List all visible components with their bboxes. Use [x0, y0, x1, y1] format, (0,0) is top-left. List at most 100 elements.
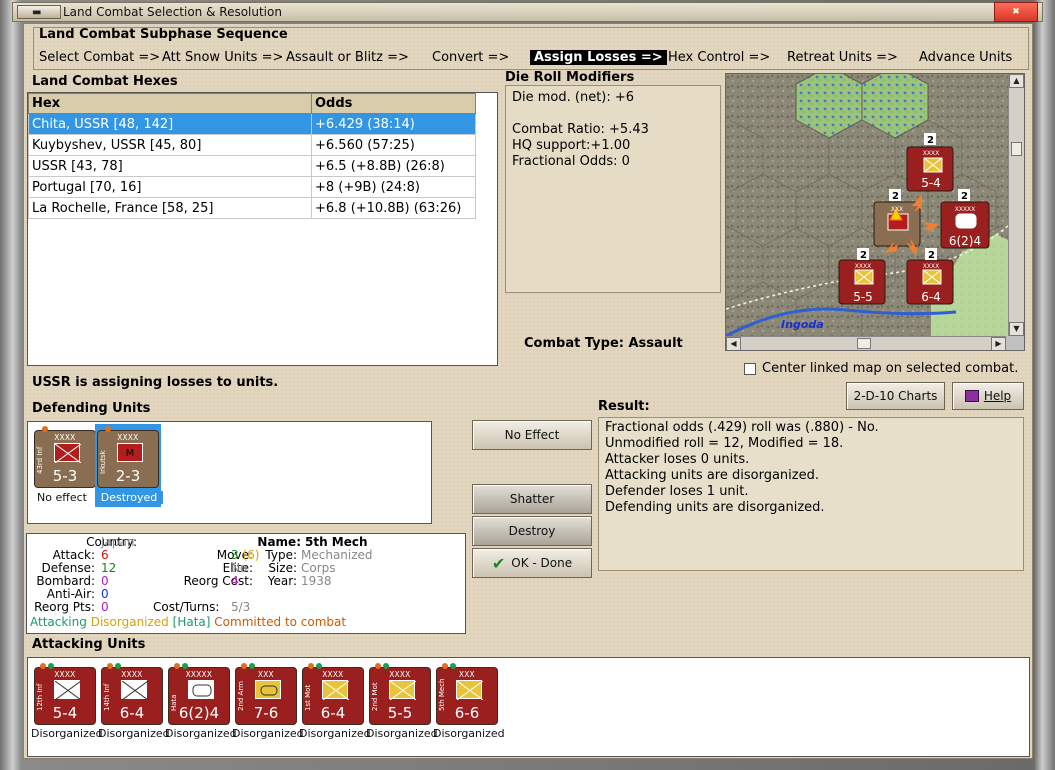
map-horizontal-scrollbar[interactable]: ◀ ▶: [726, 336, 1006, 350]
map-unit-43rd-inf[interactable]: XXX: [873, 201, 921, 247]
attacking-unit-status: Disorganized: [232, 727, 304, 740]
hexes-title: Land Combat Hexes: [32, 74, 178, 89]
scroll-right-button[interactable]: ▶: [991, 337, 1006, 350]
modifier-line: Fractional Odds: 0: [512, 154, 630, 169]
linked-map[interactable]: Ingoda XXXX 5-4 XXXXX 6(2)4 XXXX 5-5 XXX: [725, 73, 1025, 351]
attacking-unit[interactable]: XXX 2nd Arm 7-6: [235, 663, 297, 725]
hex-cell: Kuybyshev, USSR [45, 80]: [28, 134, 312, 156]
shatter-button[interactable]: Shatter: [472, 484, 592, 514]
result-line: Attacking units are disorganized.: [605, 468, 819, 483]
odds-cell: +6.429 (38:14): [311, 113, 476, 135]
unit-info-panel: Country: Japan Attack: 6 Defense: 12 Bom…: [26, 533, 466, 634]
map-unit-hata[interactable]: XXXXX 6(2)4: [940, 201, 990, 249]
year-label: Year:: [267, 574, 297, 588]
close-icon: ✖: [1012, 7, 1020, 17]
hex-row-portugal[interactable]: Portugal [70, 16] +8 (+9B) (24:8): [28, 176, 476, 198]
modifier-line: HQ support:+1.00: [512, 138, 631, 153]
center-map-label: Center linked map on selected combat.: [762, 361, 1019, 376]
result-line: Defending units are disorganized.: [605, 500, 825, 515]
unit-value: 5-3: [52, 467, 78, 485]
unit-value: 6-4: [320, 704, 346, 722]
center-map-checkbox[interactable]: [744, 362, 756, 375]
arrow-left-icon: ◀: [730, 339, 737, 348]
attacking-unit[interactable]: XXXX 1st Mot 6-4: [302, 663, 364, 725]
attacking-unit[interactable]: XXXX 2nd Mot 5-5: [369, 663, 431, 725]
status-attacking: Attacking: [30, 615, 87, 629]
attacking-unit[interactable]: XXX 5th Mech 6-6: [436, 663, 498, 725]
attacking-unit-status: Disorganized: [165, 727, 237, 740]
unit-value: 6(2)4: [178, 704, 220, 722]
no-effect-button[interactable]: No Effect: [472, 420, 592, 450]
minimize-icon: ▬: [32, 7, 42, 18]
attacking-unit[interactable]: XXXX 12th Inf 5-4: [34, 663, 96, 725]
unit-symbol-text: M: [125, 448, 135, 459]
map-unit-value: 5-5: [853, 290, 873, 304]
attacking-unit-status: Disorganized: [366, 727, 438, 740]
defending-unit-irkutsk[interactable]: XXXX M Irkutsk 2-3: [97, 426, 159, 488]
status-hq: [Hata]: [172, 615, 211, 629]
move-paren: (6): [242, 548, 260, 562]
defending-unit-43rd-inf[interactable]: XXXX 43rd Inf 5-3: [34, 426, 96, 488]
reorg-pts-label: Reorg Pts:: [34, 600, 95, 614]
hex-cell: La Rochelle, France [58, 25]: [28, 197, 312, 219]
attacking-unit[interactable]: XXXXX Hata 6(2)4: [168, 663, 230, 725]
hex-column-header[interactable]: Hex: [28, 93, 312, 114]
system-menu-button[interactable]: ▬: [17, 5, 61, 19]
map-unit-value: 6-4: [921, 290, 941, 304]
combat-type: Combat Type: Assault: [524, 336, 683, 351]
subphase-step-advance: Advance Units: [919, 50, 1013, 65]
result-line: Defender loses 1 unit.: [605, 484, 749, 499]
unit-symbol-icon: [456, 680, 484, 701]
charts-button[interactable]: 2-D-10 Charts: [846, 382, 945, 410]
ok-done-button[interactable]: ✔ OK - Done: [472, 548, 592, 578]
map-horizontal-scroll-thumb[interactable]: [857, 338, 871, 349]
defending-unit-result: No effect: [37, 491, 87, 504]
unit-value: 5-5: [387, 704, 413, 722]
map-canvas[interactable]: Ingoda XXXX 5-4 XXXXX 6(2)4 XXXX 5-5 XXX: [726, 74, 1016, 338]
mountain-infantry-symbol-icon: M: [117, 443, 143, 462]
attacking-title: Attacking Units: [32, 637, 146, 652]
ok-done-label: OK - Done: [511, 556, 573, 570]
scroll-up-button[interactable]: ▲: [1009, 74, 1024, 88]
hex-row-la-rochelle[interactable]: La Rochelle, France [58, 25] +6.8 (+10.8…: [28, 197, 476, 219]
status-message: USSR is assigning losses to units.: [32, 375, 279, 390]
attacking-unit[interactable]: XXXX 14th Inf 6-4: [101, 663, 163, 725]
hexes-list: Hex Odds Chita, USSR [48, 142] +6.429 (3…: [27, 92, 498, 366]
defending-title: Defending Units: [32, 401, 151, 416]
result-line: Attacker loses 0 units.: [605, 452, 750, 467]
map-unit-1st-mot[interactable]: XXXX 6-4: [906, 259, 954, 305]
attacking-unit-status: Disorganized: [433, 727, 505, 740]
hex-row-chita[interactable]: Chita, USSR [48, 142] +6.429 (38:14): [28, 113, 476, 135]
infantry-symbol-icon: [54, 443, 82, 464]
stack-count: 2: [860, 250, 867, 261]
odds-column-header[interactable]: Odds: [311, 93, 476, 114]
center-map-option[interactable]: Center linked map on selected combat.: [744, 361, 1018, 376]
subphase-step-convert: Convert =>: [432, 50, 510, 65]
reorg-pts-value: 0: [101, 600, 109, 614]
close-button[interactable]: ✖: [994, 2, 1038, 22]
map-unit-12th-inf[interactable]: XXXX 5-4: [906, 146, 954, 192]
map-unit-2nd-mot[interactable]: XXXX 5-5: [838, 259, 886, 305]
hexes-table: Hex Odds Chita, USSR [48, 142] +6.429 (3…: [28, 93, 476, 219]
hex-row-kuybyshev[interactable]: Kuybyshev, USSR [45, 80] +6.560 (57:25): [28, 134, 476, 156]
map-unit-head: XXXX: [855, 263, 871, 270]
result-title: Result:: [598, 399, 650, 414]
scroll-down-button[interactable]: ▼: [1009, 322, 1024, 336]
map-vertical-scrollbar[interactable]: ▲ ▼: [1008, 74, 1024, 336]
hex-row-ussr[interactable]: USSR [43, 78] +6.5 (+8.8B) (26:8): [28, 155, 476, 177]
destroy-button[interactable]: Destroy: [472, 516, 592, 546]
arrow-up-icon: ▲: [1013, 76, 1020, 85]
reorg-cost-label: Reorg Cost:: [183, 574, 253, 588]
result-line: Unmodified roll = 12, Modified = 18.: [605, 436, 844, 451]
unit-symbol-icon: [255, 680, 281, 699]
odds-cell: +8 (+9B) (24:8): [311, 176, 476, 198]
attacking-unit-status: Disorganized: [31, 727, 103, 740]
scroll-left-button[interactable]: ◀: [726, 337, 741, 350]
unit-symbol-icon: [389, 680, 417, 701]
arrow-down-icon: ▼: [1013, 324, 1020, 333]
status-disorganized: Disorganized: [90, 615, 169, 629]
map-unit-head: XXXXX: [955, 206, 976, 213]
map-vertical-scroll-thumb[interactable]: [1011, 142, 1022, 156]
help-button[interactable]: Help: [952, 382, 1024, 410]
map-unit-head: XXX: [891, 206, 903, 213]
